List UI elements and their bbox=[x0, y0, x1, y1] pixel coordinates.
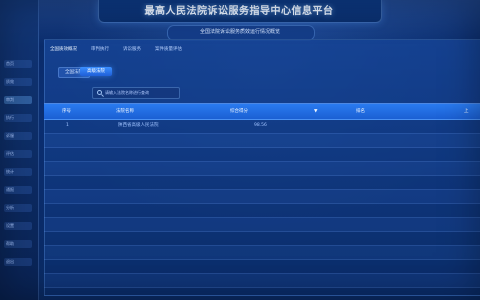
sidebar-item-label: 质效 bbox=[6, 79, 14, 84]
sidebar-item-label: 设置 bbox=[6, 223, 14, 228]
sidebar-item-9[interactable]: 分析 bbox=[4, 204, 32, 212]
sidebar-item-4[interactable]: 执行 bbox=[4, 114, 32, 122]
table-row[interactable] bbox=[44, 189, 480, 204]
cell-score: 98.56 bbox=[254, 123, 267, 128]
sidebar-item-label: 评估 bbox=[6, 151, 14, 156]
table-row[interactable] bbox=[44, 245, 480, 260]
tab-3[interactable]: 诉讼服务 bbox=[123, 44, 141, 56]
sidebar-item-label: 统计 bbox=[6, 169, 14, 174]
sidebar-item-8[interactable]: 通报 bbox=[4, 186, 32, 194]
column-header-rank: 排名 bbox=[356, 109, 365, 114]
cell-court: 陕西省高级人民法院 bbox=[118, 123, 159, 128]
tab-bar: 全国质效概况 审判执行 诉讼服务 案件质量评估 bbox=[50, 44, 182, 56]
sidebar-item-6[interactable]: 评估 bbox=[4, 150, 32, 158]
sidebar-item-label: 诉服 bbox=[6, 133, 14, 138]
table-row[interactable] bbox=[44, 175, 480, 190]
sidebar-item-label: 帮助 bbox=[6, 241, 14, 246]
sidebar-item-1[interactable]: 首页 bbox=[4, 60, 32, 68]
sidebar-item-label: 首页 bbox=[6, 61, 14, 66]
sidebar-item-label: 执行 bbox=[6, 115, 14, 120]
table-row[interactable] bbox=[44, 133, 480, 148]
table-row[interactable] bbox=[44, 259, 480, 274]
search-placeholder: 请输入法院名称进行查询 bbox=[105, 90, 149, 95]
sidebar-item-12[interactable]: 退出 bbox=[4, 258, 32, 266]
sidebar-item-label: 退出 bbox=[6, 259, 14, 264]
tab-1[interactable]: 全国质效概况 bbox=[50, 44, 77, 56]
column-header-court: 法院名称 bbox=[116, 109, 134, 114]
column-header-index: 序号 bbox=[62, 109, 71, 114]
table-row[interactable] bbox=[44, 217, 480, 232]
column-header-sort[interactable] bbox=[198, 104, 208, 119]
court-table: 序号 法院名称 综合得分 ▼ 排名 上 1 陕西省高级人民法院 98.56 bbox=[44, 103, 480, 288]
search-input[interactable]: 请输入法院名称进行查询 bbox=[92, 87, 180, 99]
sidebar-item-11[interactable]: 帮助 bbox=[4, 240, 32, 248]
sidebar-item-label: 分析 bbox=[6, 205, 14, 210]
sidebar-item-label: 审判 bbox=[6, 97, 14, 102]
column-header-score: 综合得分 bbox=[230, 109, 248, 114]
tab-4[interactable]: 案件质量评估 bbox=[155, 44, 182, 56]
page-title: 最高人民法院诉讼服务指导中心信息平台 bbox=[144, 6, 334, 17]
sidebar-item-7[interactable]: 统计 bbox=[4, 168, 32, 176]
table-row[interactable] bbox=[44, 273, 480, 288]
column-header-last: 上 bbox=[464, 109, 469, 114]
table-header: 序号 法院名称 综合得分 ▼ 排名 上 bbox=[44, 103, 480, 120]
tab-2[interactable]: 审判执行 bbox=[91, 44, 109, 56]
page-subtitle: 全国法院诉讼服务质效运行情况概览 bbox=[199, 29, 280, 35]
filter-button-2[interactable]: 高级法院 bbox=[80, 67, 112, 76]
table-row[interactable] bbox=[44, 203, 480, 218]
table-row[interactable] bbox=[44, 147, 480, 162]
table-row[interactable] bbox=[44, 161, 480, 176]
column-header-score-sort[interactable]: ▼ bbox=[314, 104, 324, 119]
sidebar-item-label: 通报 bbox=[6, 187, 14, 192]
table-row[interactable]: 1 陕西省高级人民法院 98.56 bbox=[44, 119, 480, 134]
table-row[interactable] bbox=[44, 231, 480, 246]
sidebar-item-2[interactable]: 质效 bbox=[4, 78, 32, 86]
sidebar-item-3[interactable]: 审判 bbox=[4, 96, 32, 104]
left-sidebar: 首页 质效 审判 执行 诉服 评估 统计 通报 分析 设置 帮助 退出 bbox=[0, 0, 39, 300]
sidebar-item-10[interactable]: 设置 bbox=[4, 222, 32, 230]
sidebar-item-5[interactable]: 诉服 bbox=[4, 132, 32, 140]
search-icon bbox=[97, 90, 102, 95]
cell-index: 1 bbox=[66, 123, 69, 128]
